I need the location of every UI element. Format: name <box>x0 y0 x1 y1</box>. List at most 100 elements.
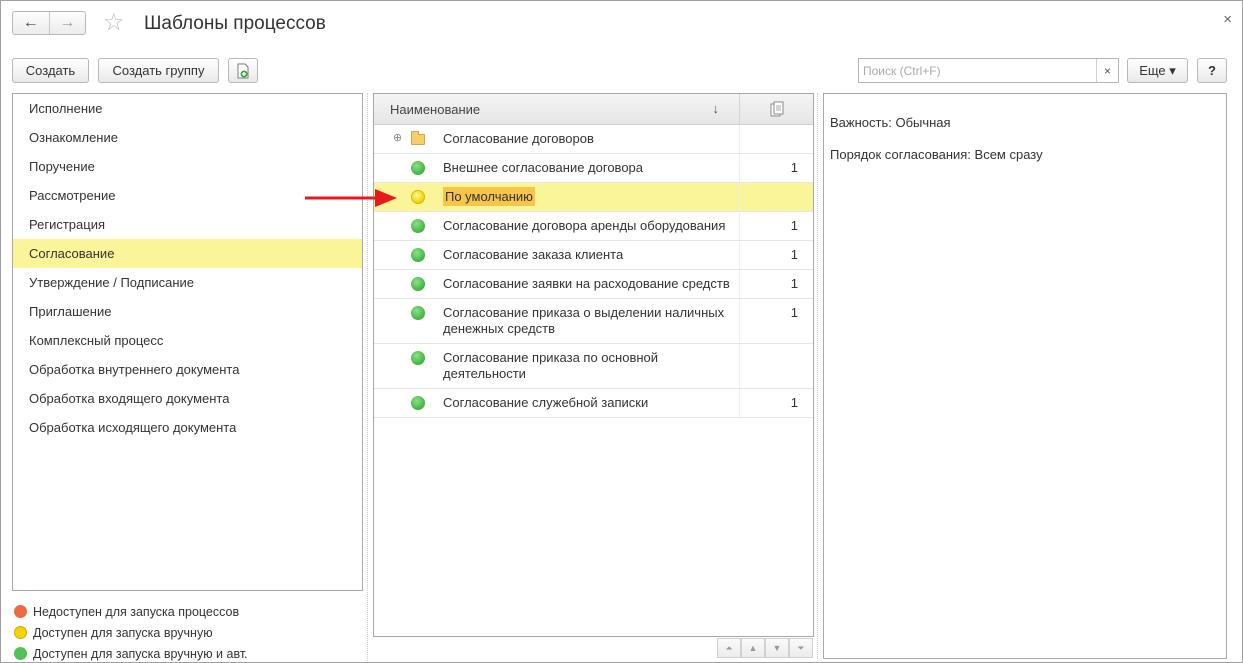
process-kind-item[interactable]: Обработка исходящего документа <box>13 413 362 442</box>
green-status-icon <box>411 248 425 262</box>
table-row[interactable]: Согласование заказа клиента 1 <box>374 241 813 270</box>
row-name: Согласование приказа по основной деятель… <box>443 344 740 388</box>
create-button[interactable]: Создать <box>12 58 89 83</box>
sort-down-icon: ↓ <box>712 101 720 116</box>
importance-text: Важность: Обычная <box>830 115 951 130</box>
process-kind-item[interactable]: Комплексный процесс <box>13 326 362 355</box>
process-kind-item[interactable]: Ознакомление <box>13 123 362 152</box>
legend-item: Доступен для запуска вручную <box>14 622 248 643</box>
row-name: Согласование заявки на расходование сред… <box>443 270 740 298</box>
process-kind-item[interactable]: Регистрация <box>13 210 362 239</box>
table-row[interactable]: Согласование договора аренды оборудовани… <box>374 212 813 241</box>
row-icon-cell: ⊕ <box>374 125 443 153</box>
red-pointer-arrow-icon <box>305 189 397 207</box>
row-icon-cell <box>374 241 443 269</box>
approval-order-text: Порядок согласования: Всем сразу <box>830 147 1043 162</box>
page-title: Шаблоны процессов <box>144 13 326 34</box>
legend-item: Недоступен для запуска процессов <box>14 601 248 622</box>
column-header-count[interactable] <box>740 94 813 124</box>
close-icon[interactable]: × <box>1223 11 1232 28</box>
green-status-icon <box>411 306 425 320</box>
row-count <box>740 125 813 153</box>
process-kinds-list: Исполнение Ознакомление Поручение Рассмо… <box>12 93 363 591</box>
row-count: 1 <box>790 247 798 262</box>
process-kind-item[interactable]: Утверждение / Подписание <box>13 268 362 297</box>
row-name: По умолчанию <box>443 183 740 211</box>
row-count: 1 <box>790 305 798 320</box>
templates-table: Наименование ↓ ⊕ Согласование договоров <box>373 93 814 637</box>
row-name: Внешнее согласование договора <box>443 154 740 182</box>
process-kind-item[interactable]: Поручение <box>13 152 362 181</box>
splitter[interactable] <box>367 93 368 661</box>
splitter[interactable] <box>817 93 818 661</box>
help-button[interactable]: ? <box>1197 58 1227 83</box>
red-status-icon <box>14 605 27 618</box>
more-button[interactable]: Еще ▾ <box>1127 58 1188 83</box>
back-button[interactable]: ← <box>13 12 49 34</box>
yellow-status-icon <box>411 190 425 204</box>
column-header-label: Наименование <box>390 101 481 117</box>
green-status-icon <box>411 396 425 410</box>
row-name: Согласование служебной записки <box>443 389 740 417</box>
favorite-star-icon[interactable]: ☆ <box>103 10 125 36</box>
table-row[interactable]: Согласование заявки на расходование сред… <box>374 270 813 299</box>
row-name: Согласование заказа клиента <box>443 241 740 269</box>
green-status-icon <box>411 277 425 291</box>
expand-icon[interactable]: ⊕ <box>392 133 403 144</box>
forward-button[interactable]: → <box>48 12 86 34</box>
row-icon-cell <box>374 344 443 388</box>
row-count <box>740 344 813 388</box>
row-name: Согласование договора аренды оборудовани… <box>443 212 740 240</box>
table-row[interactable]: Согласование приказа по основной деятель… <box>374 344 813 389</box>
process-kind-item[interactable]: Приглашение <box>13 297 362 326</box>
status-legend: Недоступен для запуска процессов Доступе… <box>14 601 248 663</box>
row-icon-cell <box>374 389 443 417</box>
yellow-status-icon <box>14 626 27 639</box>
scroll-down-icon[interactable]: ▼ <box>765 638 789 658</box>
create-group-button[interactable]: Создать группу <box>98 58 219 83</box>
search-input[interactable] <box>859 59 1096 82</box>
table-header: Наименование ↓ <box>374 94 813 125</box>
table-row-selected[interactable]: По умолчанию <box>374 183 813 212</box>
row-name: Согласование договоров <box>443 125 740 153</box>
scroll-up-icon[interactable]: ▲ <box>741 638 765 658</box>
process-kind-item[interactable]: Обработка внутреннего документа <box>13 355 362 384</box>
table-row-group[interactable]: ⊕ Согласование договоров <box>374 125 813 154</box>
row-count <box>740 183 813 211</box>
green-status-icon <box>411 161 425 175</box>
table-row[interactable]: Согласование приказа о выделении наличны… <box>374 299 813 344</box>
window: ← → ☆ Шаблоны процессов × Создать Создат… <box>0 0 1243 663</box>
green-status-icon <box>14 647 27 660</box>
documents-icon <box>770 101 783 117</box>
row-icon-cell <box>374 270 443 298</box>
row-icon-cell <box>374 154 443 182</box>
scroll-to-bottom-icon[interactable]: ⏷ <box>789 638 813 658</box>
process-kind-item[interactable]: Обработка входящего документа <box>13 384 362 413</box>
legend-item: Доступен для запуска вручную и авт. <box>14 643 248 663</box>
template-details-panel: Важность: Обычная Порядок согласования: … <box>823 93 1227 659</box>
table-row[interactable]: Согласование служебной записки 1 <box>374 389 813 418</box>
legend-label: Недоступен для запуска процессов <box>33 604 240 619</box>
row-icon-cell <box>374 299 443 343</box>
legend-label: Доступен для запуска вручную и авт. <box>33 646 248 661</box>
row-icon-cell <box>374 212 443 240</box>
table-row[interactable]: Внешнее согласование договора 1 <box>374 154 813 183</box>
process-kind-item[interactable]: Исполнение <box>13 94 362 123</box>
row-count: 1 <box>790 160 798 175</box>
row-name-text: По умолчанию <box>443 187 535 206</box>
row-count: 1 <box>790 395 798 410</box>
row-name: Согласование приказа о выделении наличны… <box>443 299 740 343</box>
copy-document-button[interactable] <box>228 58 258 83</box>
green-status-icon <box>411 351 425 365</box>
search-clear-button[interactable]: × <box>1096 59 1118 82</box>
nav-buttons: ← → <box>12 11 86 35</box>
process-kind-item-selected[interactable]: Согласование <box>13 239 362 268</box>
list-scroll-buttons: ⏶ ▲ ▼ ⏷ <box>717 638 813 658</box>
document-add-icon <box>237 63 249 78</box>
green-status-icon <box>411 219 425 233</box>
column-header-name[interactable]: Наименование ↓ <box>374 94 740 124</box>
search-box: × <box>858 58 1119 83</box>
row-count: 1 <box>790 276 798 291</box>
scroll-to-top-icon[interactable]: ⏶ <box>717 638 741 658</box>
legend-label: Доступен для запуска вручную <box>33 625 213 640</box>
